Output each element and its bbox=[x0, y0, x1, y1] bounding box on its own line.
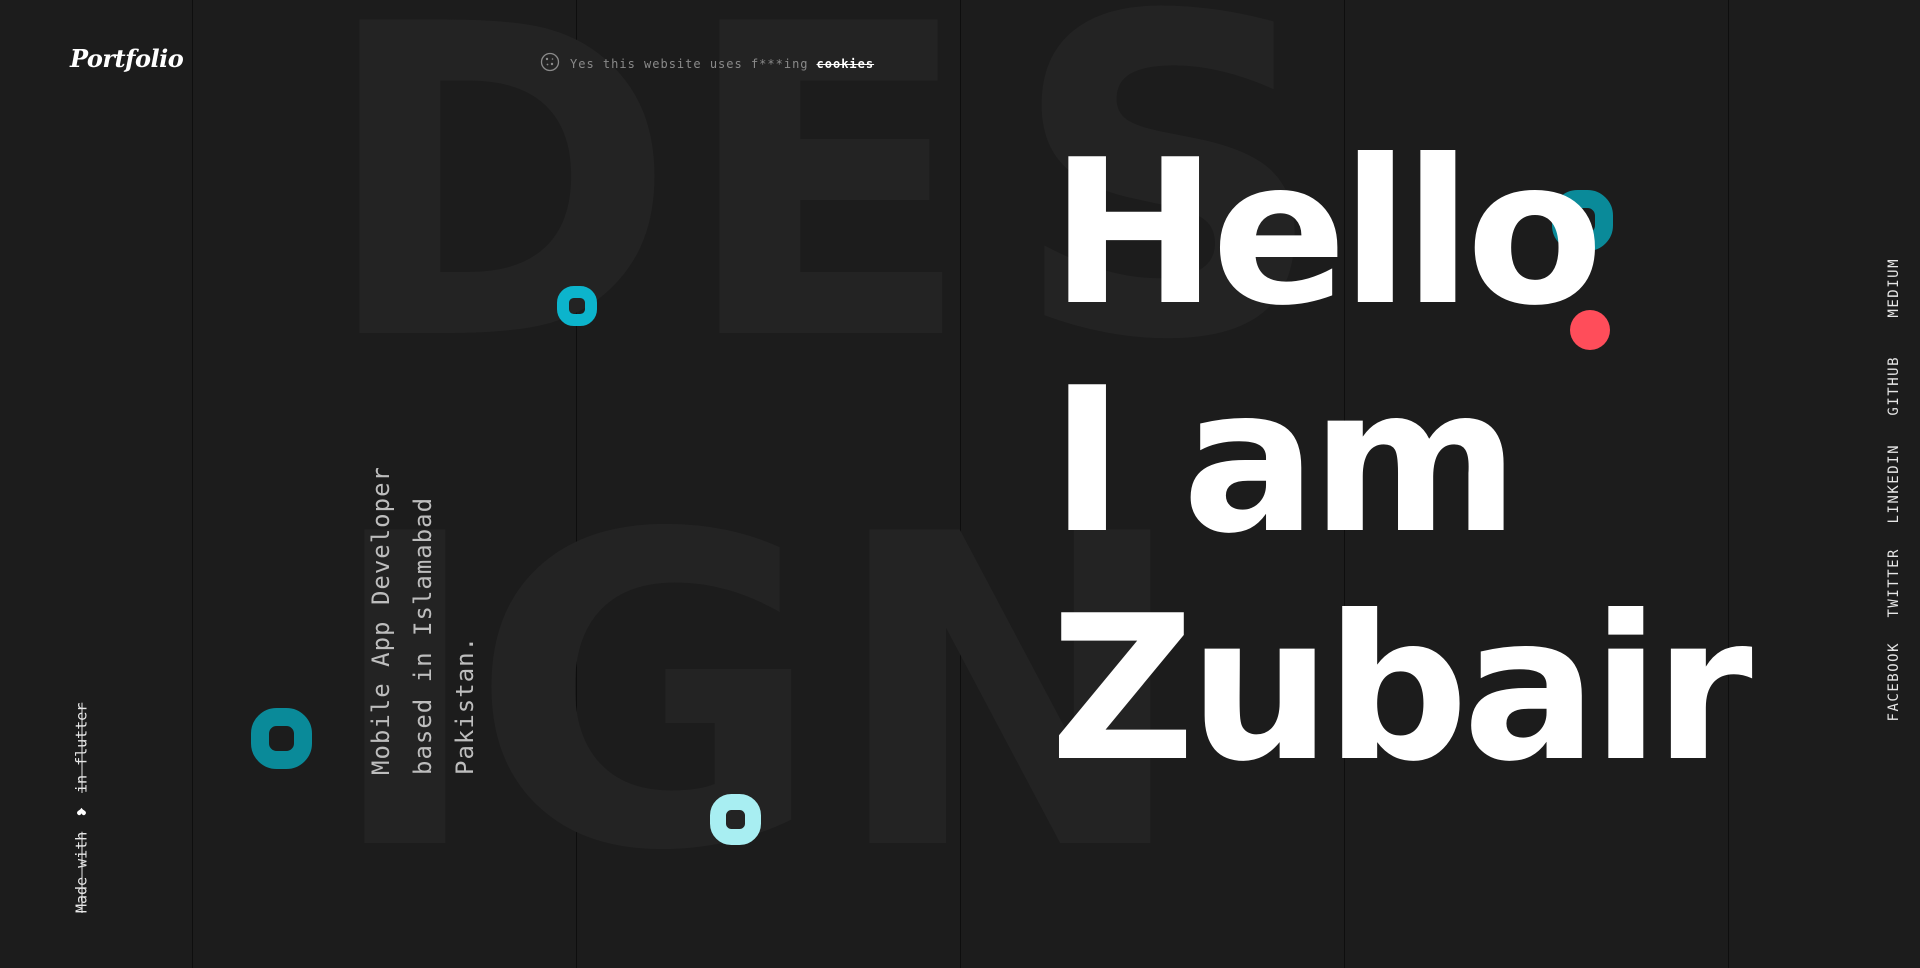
tagline: Mobile App Developer based in Islamabad … bbox=[367, 466, 479, 775]
cookie-icon bbox=[540, 52, 560, 75]
hero-line-name: Zubair bbox=[1050, 573, 1753, 806]
portfolio-page: D E S I G N Portfolio Yes this website u… bbox=[0, 0, 1920, 968]
hero-line-i-am: I am bbox=[1050, 345, 1519, 578]
cookies-link[interactable]: cookies bbox=[817, 57, 875, 71]
cookie-notice: Yes this website uses f***ing cookies bbox=[540, 52, 874, 75]
portfolio-logo[interactable]: Portfolio bbox=[70, 44, 184, 73]
accent-dot-icon bbox=[1570, 310, 1610, 350]
decorative-ring-icon bbox=[251, 708, 312, 769]
decorative-ring-icon bbox=[557, 286, 597, 326]
social-link-twitter[interactable]: TWITTER bbox=[1886, 548, 1908, 618]
cookie-notice-text: Yes this website uses f***ing bbox=[570, 56, 809, 71]
background-letter-g: G bbox=[470, 445, 823, 945]
in-flutter-label: in flutter bbox=[72, 702, 91, 793]
heart-icon: ❤ bbox=[72, 802, 91, 822]
decorative-ring-icon bbox=[710, 794, 761, 845]
made-with-note: Made with ❤ in flutter bbox=[72, 668, 91, 913]
social-link-github[interactable]: GITHUB bbox=[1886, 356, 1908, 416]
hero-line-hello: Hello bbox=[1050, 117, 1604, 350]
social-link-facebook[interactable]: FACEBOOK bbox=[1886, 642, 1908, 721]
social-link-medium[interactable]: MEDIUM bbox=[1886, 258, 1908, 318]
made-with-label: Made with bbox=[72, 831, 91, 913]
grid-line bbox=[192, 0, 193, 968]
social-link-linkedin[interactable]: LINKEDIN bbox=[1886, 444, 1908, 523]
hero-heading: Hello I am Zubair bbox=[1050, 117, 1753, 806]
